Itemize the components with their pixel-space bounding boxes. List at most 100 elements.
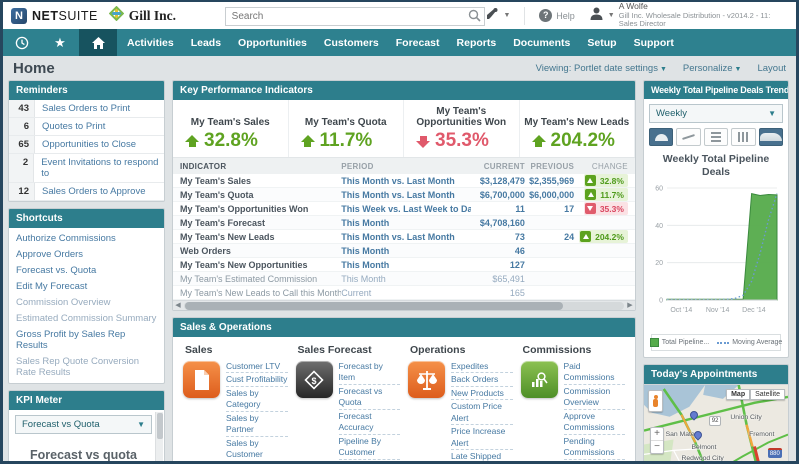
- shortcut-link[interactable]: Edit My Forecast: [9, 278, 164, 294]
- report-link[interactable]: Forecast Accuracy: [339, 411, 401, 435]
- reminder-item[interactable]: 65 Opportunities to Close: [9, 136, 164, 154]
- reminder-label[interactable]: Event Invitations to respond to: [34, 154, 164, 182]
- user-menu[interactable]: ▼ A Wolfe Gill Inc. Wholesale Distributi…: [589, 2, 788, 29]
- kpi-current-value[interactable]: $65,491: [471, 274, 525, 284]
- help-menu[interactable]: ? Help: [539, 9, 575, 22]
- search-input[interactable]: [225, 7, 486, 26]
- kpi-summary-cell[interactable]: My Team's New Leads 204.2%: [520, 100, 636, 157]
- report-link[interactable]: Commission Overview: [564, 386, 626, 410]
- kpi-current-value[interactable]: $6,700,000: [471, 190, 525, 200]
- zoom-out-button[interactable]: −: [651, 441, 663, 453]
- shortcut-link[interactable]: Sales Rep Quote Conversion Rate Results: [9, 353, 164, 380]
- kpi-current-value[interactable]: 127: [471, 260, 525, 270]
- report-link[interactable]: Back Orders: [451, 374, 513, 386]
- kpi-portlet-header[interactable]: Key Performance Indicators: [173, 81, 635, 100]
- kpi-period-link[interactable]: This Month vs. Last Month: [341, 190, 471, 200]
- home-tab-icon[interactable]: [79, 29, 117, 56]
- commissions-chart-icon[interactable]: [521, 361, 558, 398]
- reminder-item[interactable]: 2 Event Invitations to respond to: [9, 154, 164, 183]
- report-link[interactable]: Late Shipped: [451, 451, 513, 463]
- report-link[interactable]: Customer LTV: [226, 361, 288, 373]
- scroll-left-icon[interactable]: ◀: [173, 301, 183, 311]
- kpi-current-value[interactable]: 165: [471, 288, 525, 298]
- report-link[interactable]: Sales by Category: [226, 388, 288, 412]
- shortcut-link[interactable]: Commission Overview: [9, 294, 164, 310]
- kpi-meter-scrollbar[interactable]: [155, 412, 163, 464]
- report-link[interactable]: Forecast vs Quota: [339, 386, 401, 410]
- report-link[interactable]: Cust Profitability: [226, 374, 288, 386]
- nav-menu-item[interactable]: Reports: [457, 37, 497, 49]
- appointments-portlet-header[interactable]: Today's Appointments: [644, 365, 788, 384]
- reminder-item[interactable]: 12 Sales Orders to Approve: [9, 183, 164, 201]
- operations-scales-icon[interactable]: [408, 361, 445, 398]
- shortcut-link[interactable]: Forecast vs. Quota: [9, 262, 164, 278]
- chart-type-button[interactable]: [759, 128, 783, 146]
- zoom-in-button[interactable]: +: [651, 428, 663, 441]
- shortcut-link[interactable]: Estimated Commission Summary: [9, 310, 164, 326]
- kpi-current-value[interactable]: 73: [471, 232, 525, 242]
- kpi-current-value[interactable]: 46: [471, 246, 525, 256]
- nav-menu-item[interactable]: Documents: [513, 37, 570, 49]
- kpi-period-link[interactable]: Current: [341, 288, 471, 298]
- nav-menu-item[interactable]: Customers: [324, 37, 379, 49]
- chart-type-button[interactable]: [704, 128, 728, 146]
- reminders-portlet-header[interactable]: Reminders: [9, 81, 164, 100]
- nav-menu-item[interactable]: Setup: [587, 37, 616, 49]
- nav-menu-item[interactable]: Support: [634, 37, 674, 49]
- report-link[interactable]: Expedites: [451, 361, 513, 373]
- reminder-label[interactable]: Sales Orders to Print: [35, 100, 130, 117]
- kpi-period-link[interactable]: This Month: [341, 246, 471, 256]
- chart-type-button[interactable]: [649, 128, 673, 146]
- col-change[interactable]: CHANGE: [574, 162, 628, 171]
- reminder-label[interactable]: Quotes to Print: [35, 118, 105, 135]
- kpi-meter-portlet-header[interactable]: KPI Meter: [9, 391, 164, 410]
- nav-menu-item[interactable]: Activities: [127, 37, 174, 49]
- chart-type-button[interactable]: [676, 128, 700, 146]
- appointments-map[interactable]: Map Satellite + − Union CityFremontSan M…: [644, 384, 788, 464]
- report-link[interactable]: New Products: [451, 388, 513, 400]
- shortcut-link[interactable]: Approve Orders: [9, 246, 164, 262]
- sales-document-icon[interactable]: [183, 361, 220, 398]
- kpi-period-link[interactable]: This Month: [341, 260, 471, 270]
- map-type-button[interactable]: Satellite: [750, 389, 785, 400]
- report-link[interactable]: Price Increase Alert: [451, 426, 513, 450]
- kpi-previous-value[interactable]: 17: [525, 204, 574, 214]
- kpi-horizontal-scrollbar[interactable]: ◀ ▶: [173, 300, 635, 310]
- forecast-dollar-icon[interactable]: $: [296, 361, 333, 398]
- kpi-period-link[interactable]: This Month vs. Last Month: [341, 232, 471, 242]
- personalize-menu[interactable]: Personalize▼: [683, 63, 742, 74]
- kpi-summary-cell[interactable]: My Team's Sales 32.8%: [173, 100, 289, 157]
- report-link[interactable]: Pipeline By Customer: [339, 436, 401, 460]
- report-link[interactable]: Paid Commissions: [564, 361, 626, 385]
- pipeline-portlet-header[interactable]: Weekly Total Pipeline Deals Trend: [644, 81, 788, 99]
- nav-menu-item[interactable]: Opportunities: [238, 37, 307, 49]
- reminder-label[interactable]: Sales Orders to Approve: [35, 183, 146, 200]
- col-indicator[interactable]: INDICATOR: [180, 162, 341, 171]
- announcements-menu[interactable]: ▼: [485, 7, 510, 25]
- shortcut-link[interactable]: Gross Profit by Sales Rep Results: [9, 326, 164, 353]
- reminder-item[interactable]: 43 Sales Orders to Print: [9, 100, 164, 118]
- kpi-period-link[interactable]: This Month vs. Last Month: [341, 176, 471, 186]
- col-previous[interactable]: PREVIOUS: [525, 162, 574, 171]
- search-icon[interactable]: [468, 9, 481, 27]
- chart-type-button[interactable]: [731, 128, 755, 146]
- kpi-previous-value[interactable]: $2,355,969: [525, 176, 574, 186]
- netsuite-logo[interactable]: N NETSUITE: [11, 8, 109, 24]
- recent-records-icon[interactable]: [3, 29, 41, 56]
- kpi-period-link[interactable]: This Week vs. Last Week to Date: [341, 204, 471, 214]
- col-current[interactable]: CURRENT: [471, 162, 525, 171]
- kpi-meter-select[interactable]: Forecast vs Quota ▼: [15, 415, 152, 434]
- nav-menu-item[interactable]: Leads: [191, 37, 221, 49]
- nav-menu-item[interactable]: Forecast: [396, 37, 440, 49]
- report-link[interactable]: Approve Commissions: [564, 411, 626, 435]
- report-link[interactable]: Sales by Partner: [226, 413, 288, 437]
- kpi-current-value[interactable]: $3,128,479: [471, 176, 525, 186]
- sales-operations-portlet-header[interactable]: Sales & Operations: [173, 318, 635, 337]
- kpi-summary-cell[interactable]: My Team's Opportunities Won 35.3%: [404, 100, 520, 157]
- street-view-pegman-icon[interactable]: [648, 390, 663, 412]
- kpi-period-link[interactable]: This Month: [341, 274, 471, 284]
- reminder-label[interactable]: Opportunities to Close: [35, 136, 136, 153]
- layout-menu[interactable]: Layout: [757, 63, 786, 74]
- report-link[interactable]: Forecast by Item: [339, 361, 401, 385]
- kpi-summary-cell[interactable]: My Team's Quota 11.7%: [289, 100, 405, 157]
